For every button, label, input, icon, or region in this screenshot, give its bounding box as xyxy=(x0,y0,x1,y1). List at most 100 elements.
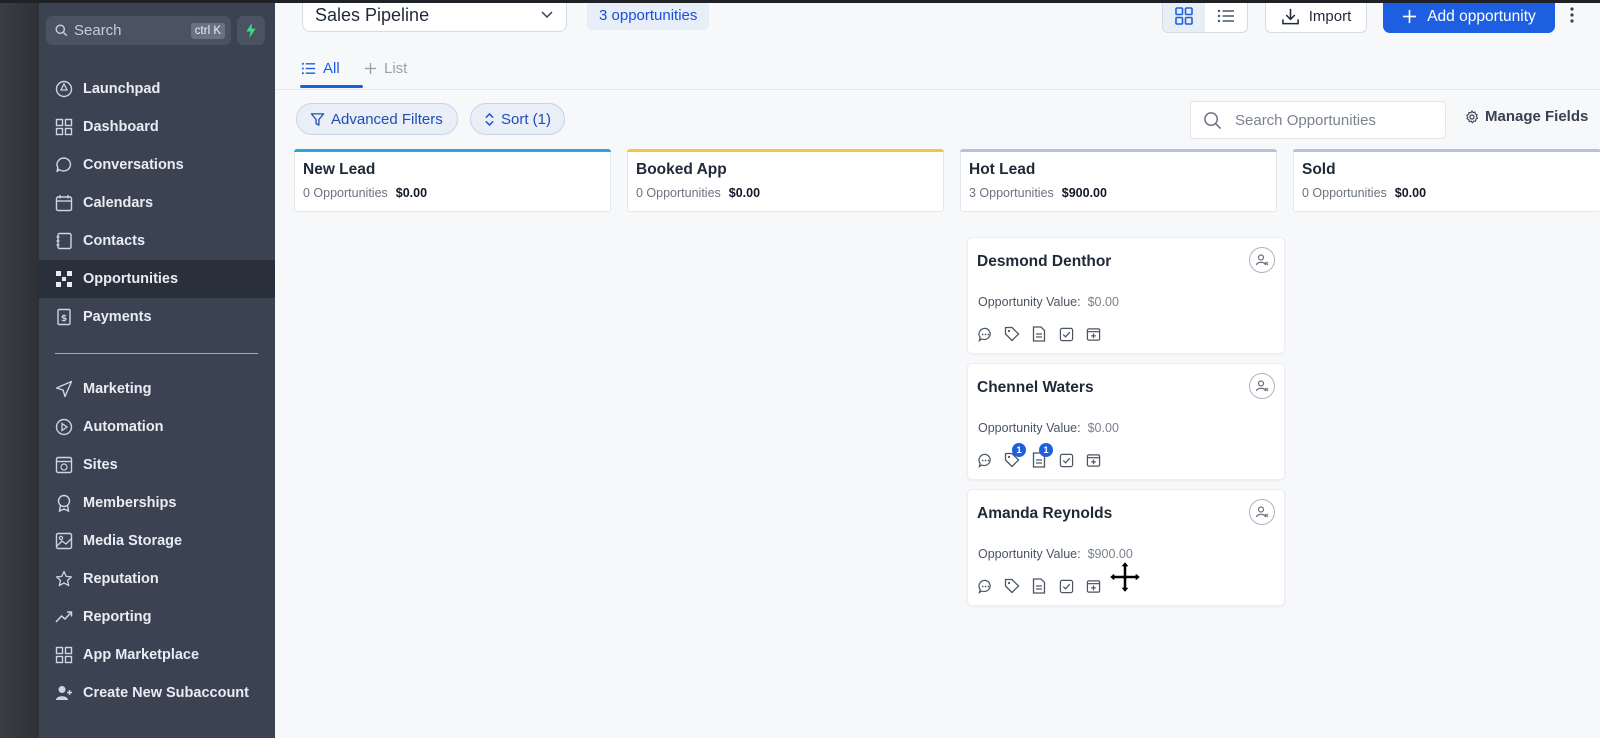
grid-icon xyxy=(55,118,73,136)
opportunity-card[interactable]: Desmond Denthor Opportunity Value: $0.00 xyxy=(967,237,1285,354)
stage-meta: 3 Opportunities $900.00 xyxy=(969,186,1268,200)
pipeline-select[interactable]: Sales Pipeline xyxy=(302,0,567,32)
sidebar-item-app-marketplace[interactable]: App Marketplace xyxy=(39,636,275,674)
sidebar-item-label: App Marketplace xyxy=(83,647,200,663)
image-icon xyxy=(55,532,73,550)
stage-name: New Lead xyxy=(303,161,376,178)
sidebar-item-label: Reputation xyxy=(83,571,159,587)
tag-icon[interactable] xyxy=(1004,326,1020,342)
task-icon[interactable] xyxy=(1058,452,1074,468)
view-toggle xyxy=(1162,0,1248,33)
tag-icon[interactable] xyxy=(1004,578,1020,594)
sidebar-item-reputation[interactable]: Reputation xyxy=(39,560,275,598)
pipeline-select-value: Sales Pipeline xyxy=(315,5,430,25)
appointment-icon[interactable] xyxy=(1085,326,1101,342)
conversation-icon[interactable] xyxy=(977,452,993,468)
sidebar-item-label: Contacts xyxy=(83,233,146,249)
task-icon[interactable] xyxy=(1058,326,1074,342)
sidebar-item-reporting[interactable]: Reporting xyxy=(39,598,275,636)
import-button[interactable]: Import xyxy=(1265,0,1367,33)
stage-value: $0.00 xyxy=(728,186,761,200)
appointment-icon[interactable] xyxy=(1085,578,1101,594)
main-content: Sales Pipeline 3 opportunities Import Ad… xyxy=(275,0,1600,738)
sort-button[interactable]: Sort (1) xyxy=(470,103,565,135)
sidebar-item-payments[interactable]: $ Payments xyxy=(39,298,275,336)
sidebar-item-launchpad[interactable]: Launchpad xyxy=(39,70,275,108)
tab-all[interactable]: All xyxy=(300,49,363,88)
opportunity-name: Chennel Waters xyxy=(977,379,1094,396)
note-icon[interactable] xyxy=(1031,578,1047,594)
note-icon[interactable] xyxy=(1031,326,1047,342)
sidebar-item-automation[interactable]: Automation xyxy=(39,408,275,446)
opportunity-value-label: Opportunity Value: xyxy=(978,547,1081,561)
sidebar-item-opportunities[interactable]: Opportunities xyxy=(39,260,275,298)
tab-add-list[interactable]: List xyxy=(364,49,407,87)
advanced-filters-button[interactable]: Advanced Filters xyxy=(296,103,458,135)
note-icon[interactable]: 1 xyxy=(1031,443,1053,468)
search-opportunities-input[interactable]: Search Opportunities xyxy=(1190,101,1446,139)
add-user-icon xyxy=(55,684,73,702)
add-opportunity-button[interactable]: Add opportunity xyxy=(1383,0,1555,33)
send-icon xyxy=(55,380,73,398)
sidebar-search[interactable]: Search ctrl K xyxy=(46,16,231,45)
screen-bezel xyxy=(0,0,39,738)
sidebar-item-contacts[interactable]: Contacts xyxy=(39,222,275,260)
stage-value: $0.00 xyxy=(1394,186,1427,200)
assign-user-button[interactable] xyxy=(1249,499,1275,525)
opportunity-name: Amanda Reynolds xyxy=(977,505,1113,522)
more-options-button[interactable] xyxy=(1565,2,1579,28)
appointment-icon[interactable] xyxy=(1085,452,1101,468)
manage-fields-button[interactable]: Manage Fields xyxy=(1465,108,1588,125)
search-shortcut: ctrl K xyxy=(190,22,225,39)
sidebar-item-label: Calendars xyxy=(83,195,154,211)
grid-view-icon xyxy=(1175,7,1193,25)
advanced-filters-label: Advanced Filters xyxy=(331,110,443,128)
stage-color-bar xyxy=(627,149,944,152)
sidebar-item-memberships[interactable]: Memberships xyxy=(39,484,275,522)
sidebar-item-media-storage[interactable]: Media Storage xyxy=(39,522,275,560)
conversation-icon[interactable] xyxy=(977,326,993,342)
sidebar-item-label: Create New Subaccount xyxy=(83,685,249,701)
tag-icon[interactable]: 1 xyxy=(1004,443,1026,468)
stage-count: 3 Opportunities xyxy=(969,186,1054,200)
quick-action-button[interactable] xyxy=(237,16,265,45)
card-actions: 1 1 xyxy=(977,443,1101,468)
sidebar-item-label: Sites xyxy=(83,457,118,473)
sidebar-item-label: Payments xyxy=(83,309,152,325)
sidebar-item-dashboard[interactable]: Dashboard xyxy=(39,108,275,146)
assign-user-button[interactable] xyxy=(1249,247,1275,273)
sidebar-item-marketing[interactable]: Marketing xyxy=(39,370,275,408)
sidebar-item-create-subaccount[interactable]: Create New Subaccount xyxy=(39,674,275,712)
sidebar-item-label: Reporting xyxy=(83,609,152,625)
add-opportunity-label: Add opportunity xyxy=(1427,7,1536,25)
sidebar-item-calendars[interactable]: Calendars xyxy=(39,184,275,222)
opportunity-card[interactable]: Chennel Waters Opportunity Value: $0.00 1… xyxy=(967,363,1285,480)
receipt-icon: $ xyxy=(55,308,73,326)
stage-header-sold: Sold 0 Opportunities $0.00 xyxy=(1293,149,1600,212)
assign-user-button[interactable] xyxy=(1249,373,1275,399)
sidebar-item-sites[interactable]: Sites xyxy=(39,446,275,484)
grid-icon xyxy=(55,646,73,664)
task-icon[interactable] xyxy=(1058,578,1074,594)
stage-header-booked-app: Booked App 0 Opportunities $0.00 xyxy=(627,149,944,212)
list-icon xyxy=(301,62,316,74)
stage-meta: 0 Opportunities $0.00 xyxy=(636,186,935,200)
board-view-button[interactable] xyxy=(1163,0,1205,32)
sidebar-item-label: Dashboard xyxy=(83,119,159,135)
stage-count: 0 Opportunities xyxy=(1302,186,1387,200)
unassigned-user-icon xyxy=(1255,506,1269,518)
contacts-icon xyxy=(55,232,73,250)
opportunity-value-label: Opportunity Value: xyxy=(978,295,1081,309)
more-vertical-icon xyxy=(1570,7,1574,23)
stage-meta: 0 Opportunities $0.00 xyxy=(1302,186,1592,200)
sidebar-item-conversations[interactable]: Conversations xyxy=(39,146,275,184)
card-actions xyxy=(977,326,1101,342)
search-icon xyxy=(55,24,68,37)
sidebar-search-placeholder: Search xyxy=(74,22,122,39)
card-actions xyxy=(977,578,1101,594)
sort-label: Sort (1) xyxy=(501,110,552,128)
list-view-button[interactable] xyxy=(1205,0,1247,32)
stage-name: Booked App xyxy=(636,161,727,178)
tab-list-label: List xyxy=(384,59,408,77)
conversation-icon[interactable] xyxy=(977,578,993,594)
